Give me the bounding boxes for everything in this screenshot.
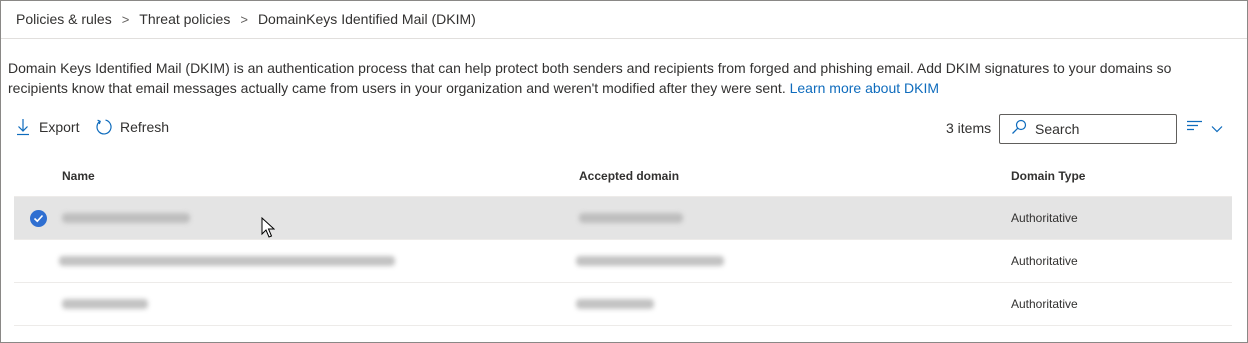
- breadcrumb-current-dkim: DomainKeys Identified Mail (DKIM): [257, 11, 476, 27]
- header-divider: [1, 38, 1247, 39]
- description-text: Domain Keys Identified Mail (DKIM) is an…: [8, 60, 1172, 96]
- mouse-pointer-icon: [261, 216, 276, 244]
- breadcrumb-separator: >: [240, 11, 248, 27]
- refresh-button[interactable]: Refresh: [95, 118, 169, 136]
- redacted-name: [62, 212, 190, 226]
- breadcrumb-threat-policies[interactable]: Threat policies: [139, 11, 230, 27]
- selected-check-icon[interactable]: [30, 210, 47, 227]
- chevron-down-icon: [1211, 120, 1223, 138]
- refresh-label: Refresh: [120, 119, 170, 135]
- group-lines-icon: [1186, 119, 1203, 138]
- breadcrumb: Policies & rules > Threat policies > Dom…: [16, 11, 476, 27]
- domain-type-cell: Authoritative: [1011, 211, 1078, 225]
- table-row[interactable]: Authoritative: [14, 283, 1232, 326]
- column-header-name[interactable]: Name: [62, 169, 95, 183]
- breadcrumb-separator: >: [121, 11, 130, 27]
- refresh-icon: [95, 118, 113, 136]
- search-input[interactable]: [1035, 121, 1165, 137]
- column-header-accepted-domain[interactable]: Accepted domain: [579, 169, 679, 183]
- download-icon: [16, 118, 30, 136]
- page-description: Domain Keys Identified Mail (DKIM) is an…: [8, 58, 1233, 98]
- redacted-name: [62, 298, 148, 312]
- group-button[interactable]: [1186, 119, 1223, 138]
- export-button[interactable]: Export: [16, 118, 79, 136]
- redacted-accepted-domain: [576, 255, 724, 269]
- column-header-domain-type[interactable]: Domain Type: [1011, 169, 1085, 183]
- items-count: 3 items: [946, 120, 992, 136]
- domain-type-cell: Authoritative: [1011, 297, 1078, 311]
- redacted-accepted-domain: [576, 298, 654, 312]
- table-row[interactable]: Authoritative: [14, 240, 1232, 283]
- redacted-name: [59, 255, 395, 269]
- export-label: Export: [39, 119, 80, 135]
- search-box[interactable]: [999, 114, 1177, 144]
- domain-type-cell: Authoritative: [1011, 254, 1078, 268]
- breadcrumb-policies-rules[interactable]: Policies & rules: [16, 11, 112, 27]
- redacted-accepted-domain: [579, 212, 683, 226]
- search-icon: [1000, 119, 1027, 140]
- table-row[interactable]: Authoritative: [14, 197, 1232, 240]
- table-header: Name Accepted domain Domain Type: [14, 162, 1232, 197]
- learn-more-link[interactable]: Learn more about DKIM: [790, 80, 939, 96]
